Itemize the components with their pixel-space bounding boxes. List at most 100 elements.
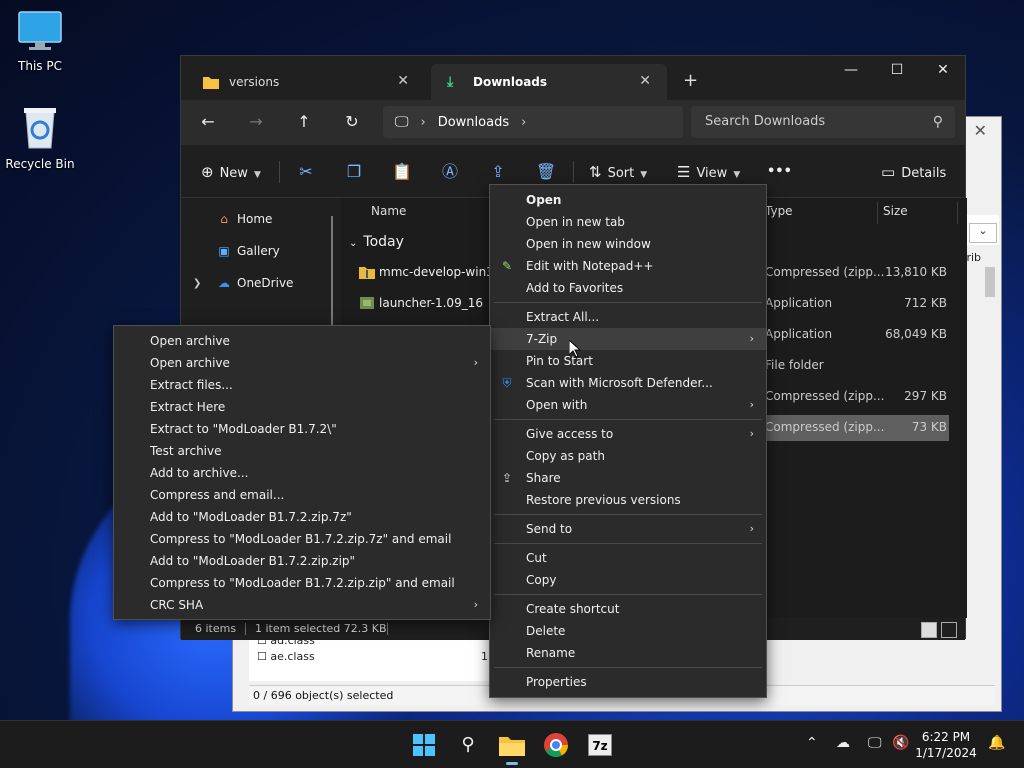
sevenzip-menu-item-test-archive[interactable]: Test archive — [114, 440, 490, 462]
sevenzip-menu-item-compress-and-email[interactable]: Compress and email... — [114, 484, 490, 506]
menu-item-add-to-favorites[interactable]: Add to Favorites — [490, 277, 766, 299]
chevron-right-icon[interactable]: › — [521, 115, 526, 130]
chevron-down-icon[interactable]: ⌄ — [969, 223, 997, 243]
menu-item-give-access-to[interactable]: Give access to › — [490, 423, 766, 445]
search-icon[interactable]: ⚲ — [452, 729, 484, 761]
breadcrumb-downloads[interactable]: Downloads — [438, 115, 509, 130]
notification-bell-icon[interactable]: 🔔 — [988, 735, 1005, 751]
menu-item-rename[interactable]: Rename — [490, 642, 766, 664]
menu-item-create-shortcut[interactable]: Create shortcut — [490, 598, 766, 620]
system-clock[interactable]: 6:22 PM 1/17/2024 — [906, 729, 986, 761]
sevenzip-menu-item-extract-to-modloader-b1-7-2[interactable]: Extract to "ModLoader B1.7.2\" — [114, 418, 490, 440]
close-icon[interactable]: ✕ — [639, 73, 651, 89]
list-item[interactable]: ☐ ae.class 1 — [249, 649, 509, 665]
new-button[interactable]: ⊕ New ▼ — [201, 159, 261, 185]
windows-start-icon[interactable] — [408, 729, 440, 761]
sevenzip-menu-item-compress-to-modloader-b1-7-2-zip-zip-and-email[interactable]: Compress to "ModLoader B1.7.2.zip.zip" a… — [114, 572, 490, 594]
menu-item-open-in-new-tab[interactable]: Open in new tab — [490, 211, 766, 233]
cut-icon[interactable]: ✂ — [293, 159, 319, 185]
details-view-toggle[interactable] — [921, 622, 937, 638]
menu-item-open[interactable]: Open — [490, 189, 766, 211]
chrome-icon[interactable] — [540, 729, 572, 761]
desktop-icon-this-pc[interactable]: This PC — [0, 10, 80, 73]
tiles-view-toggle[interactable] — [941, 622, 957, 638]
rename-icon[interactable]: Ⓐ — [437, 159, 463, 185]
column-header-type[interactable]: Type — [765, 204, 793, 218]
chevron-right-icon[interactable]: › — [421, 115, 426, 130]
tab-versions[interactable]: versions ✕ — [187, 64, 425, 100]
menu-item-open-in-new-window[interactable]: Open in new window — [490, 233, 766, 255]
close-icon[interactable]: ✕ — [397, 73, 409, 89]
chevron-right-icon[interactable]: ❯ — [193, 278, 201, 289]
close-button[interactable]: ✕ — [923, 62, 963, 78]
chevron-up-icon[interactable]: ⌃ — [806, 735, 818, 751]
menu-item-copy-as-path[interactable]: Copy as path — [490, 445, 766, 467]
menu-item-cut[interactable]: Cut — [490, 547, 766, 569]
network-icon[interactable]: 🖵 — [868, 735, 882, 751]
menu-item-label: Add to archive... — [150, 466, 249, 480]
menu-item-restore-previous-versions[interactable]: Restore previous versions — [490, 489, 766, 511]
onedrive-icon[interactable]: ☁ — [836, 735, 850, 751]
refresh-button[interactable]: ↻ — [337, 108, 367, 136]
details-pane-icon: ▭ — [881, 163, 896, 181]
menu-item-edit-with-notepad[interactable]: ✎ Edit with Notepad++ — [490, 255, 766, 277]
sidebar-item-gallery[interactable]: ▣ Gallery — [215, 244, 279, 258]
navpane-scrollbar[interactable] — [331, 216, 333, 336]
menu-item-label: Copy as path — [526, 449, 605, 463]
sevenzip-menu-item-open-archive[interactable]: Open archive › — [114, 352, 490, 374]
menu-item-open-with[interactable]: Open with › — [490, 394, 766, 416]
sevenzip-menu-item-extract-here[interactable]: Extract Here — [114, 396, 490, 418]
up-button[interactable]: ↑ — [289, 108, 319, 136]
sevenzip-menu-item-compress-to-modloader-b1-7-2-zip-7z-and-email[interactable]: Compress to "ModLoader B1.7.2.zip.7z" an… — [114, 528, 490, 550]
sevenzip-menu-item-open-archive[interactable]: Open archive — [114, 330, 490, 352]
new-tab-button[interactable]: + — [683, 70, 698, 91]
sevenzip-menu-item-extract-files[interactable]: Extract files... — [114, 374, 490, 396]
sevenzip-scrollbar[interactable] — [985, 267, 995, 297]
share-icon[interactable]: ⇪ — [485, 159, 511, 185]
sevenzip-menu-item-crc-sha[interactable]: CRC SHA › — [114, 594, 490, 616]
menu-item-share[interactable]: ⇪ Share — [490, 467, 766, 489]
menu-item-pin-to-start[interactable]: Pin to Start — [490, 350, 766, 372]
sidebar-item-onedrive[interactable]: ☁ OneDrive — [215, 276, 293, 290]
sevenzip-file-list[interactable]: ☐ ad.class ☐ ae.class 1 — [249, 633, 509, 681]
minimize-button[interactable]: — — [831, 62, 871, 78]
chevron-down-icon: ▼ — [640, 170, 648, 180]
menu-item-scan-with-microsoft-defender[interactable]: ⛨ Scan with Microsoft Defender... — [490, 372, 766, 394]
forward-button[interactable]: → — [241, 108, 271, 136]
desktop-icon-recycle-bin[interactable]: Recycle Bin — [0, 104, 80, 171]
address-bar[interactable]: 🖵 › Downloads › — [383, 106, 683, 138]
column-header-name[interactable]: Name — [371, 204, 406, 218]
menu-item-properties[interactable]: Properties — [490, 671, 766, 693]
details-pane-button[interactable]: ▭ Details — [881, 159, 946, 185]
column-header-size[interactable]: Size — [883, 204, 908, 218]
search-input[interactable]: Search Downloads ⚲ — [691, 106, 955, 138]
tab-downloads[interactable]: ⤓ Downloads ✕ — [431, 64, 667, 100]
sevenzip-icon[interactable]: 7z — [584, 729, 616, 761]
close-icon[interactable]: ✕ — [974, 121, 987, 140]
menu-item-delete[interactable]: Delete — [490, 620, 766, 642]
sevenzip-menu-item-add-to-archive[interactable]: Add to archive... — [114, 462, 490, 484]
sort-button[interactable]: ⇅ Sort ▼ — [589, 159, 647, 185]
menu-item-label: CRC SHA — [150, 598, 204, 612]
menu-item-send-to[interactable]: Send to › — [490, 518, 766, 540]
paste-icon[interactable]: 📋 — [389, 159, 415, 185]
menu-item-7-zip[interactable]: 7-Zip › — [490, 328, 766, 350]
sort-icon: ⇅ — [589, 163, 602, 181]
delete-icon[interactable]: 🗑 — [533, 159, 559, 185]
file-explorer-icon[interactable] — [496, 729, 528, 765]
copy-icon[interactable]: ❐ — [341, 159, 367, 185]
menu-item-copy[interactable]: Copy — [490, 569, 766, 591]
menu-item-label: Rename — [526, 646, 576, 660]
maximize-button[interactable]: ☐ — [877, 62, 917, 78]
sidebar-item-home[interactable]: ⌂ Home — [215, 212, 272, 226]
view-button[interactable]: ☰ View ▼ — [677, 159, 740, 185]
sevenzip-menu-item-add-to-modloader-b1-7-2-zip-7z[interactable]: Add to "ModLoader B1.7.2.zip.7z" — [114, 506, 490, 528]
group-header-today[interactable]: ⌄ Today — [349, 234, 404, 250]
sevenzip-menu-item-add-to-modloader-b1-7-2-zip-zip[interactable]: Add to "ModLoader B1.7.2.zip.zip" — [114, 550, 490, 572]
gallery-icon: ▣ — [218, 244, 230, 258]
back-button[interactable]: ← — [193, 108, 223, 136]
recycle-bin-icon — [24, 108, 56, 149]
menu-item-extract-all[interactable]: Extract All... — [490, 306, 766, 328]
share-icon: ⇪ — [501, 471, 513, 485]
more-options-button[interactable]: ••• — [767, 159, 792, 185]
